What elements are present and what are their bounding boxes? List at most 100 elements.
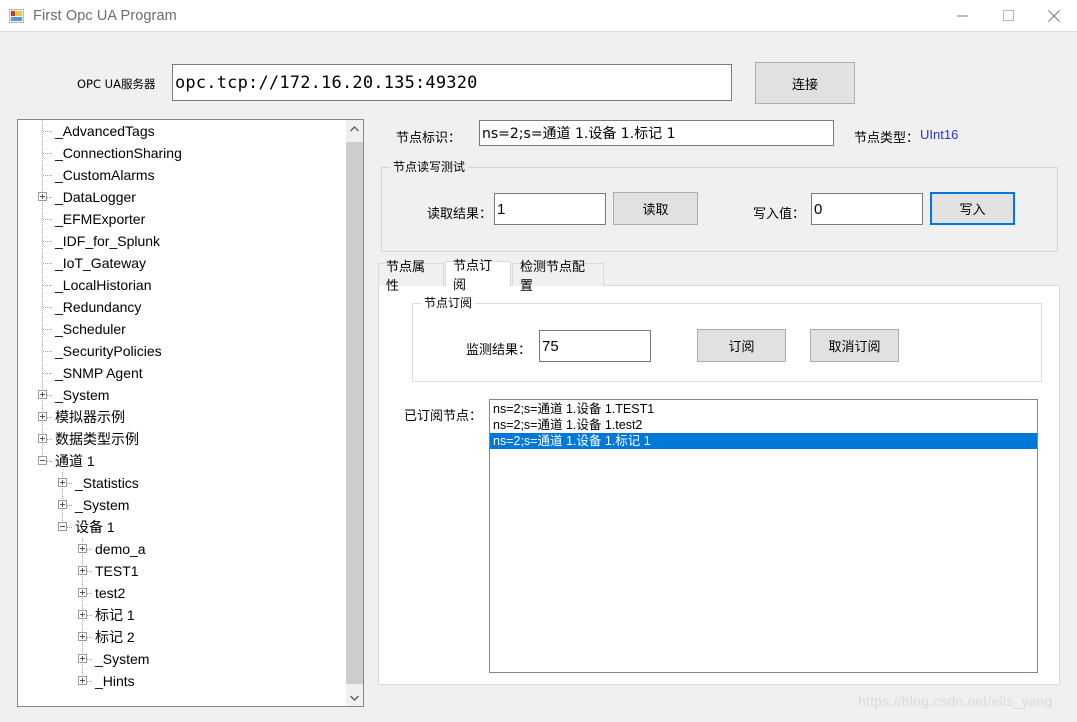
tree-item[interactable]: 标记 1: [18, 604, 346, 626]
expand-icon[interactable]: [78, 632, 87, 641]
tree-item[interactable]: demo_a: [18, 538, 346, 560]
tree-item-label: _System: [55, 387, 110, 403]
tab-3[interactable]: 检测节点配置: [512, 260, 604, 294]
tree-item[interactable]: _EFMExporter: [18, 208, 346, 230]
node-tree[interactable]: _AdvancedTags _ConnectionSharing _CustomAl…: [18, 120, 346, 706]
expand-icon[interactable]: [38, 434, 47, 443]
write-value-input[interactable]: 0: [811, 193, 923, 225]
tree-item-label: _EFMExporter: [55, 211, 146, 227]
expand-icon[interactable]: [78, 654, 87, 663]
tree-item-label: 标记 2: [95, 629, 135, 645]
expand-icon[interactable]: [78, 544, 87, 553]
node-id-input[interactable]: ns=2;s=通道 1.设备 1.标记 1: [479, 120, 834, 146]
tree-guide-line: [43, 131, 52, 132]
tree-item[interactable]: _DataLogger: [18, 186, 346, 208]
tree-item[interactable]: 标记 2: [18, 626, 346, 648]
tree-item-label: _Scheduler: [55, 321, 126, 337]
tab-label: 节点属性: [386, 260, 426, 294]
tree-item-label: _Redundancy: [55, 299, 142, 315]
tree-item[interactable]: _IDF_for_Splunk: [18, 230, 346, 252]
subscribe-button[interactable]: 订阅: [697, 329, 786, 362]
write-button[interactable]: 写入: [930, 192, 1015, 225]
tree-item[interactable]: 通道 1: [18, 450, 346, 472]
tree-item-label: _CustomAlarms: [55, 167, 155, 183]
write-value-value: 0: [814, 200, 823, 218]
tab-2[interactable]: 节点订阅: [445, 259, 511, 293]
tree-item[interactable]: _System: [18, 648, 346, 670]
maximize-button[interactable]: [985, 0, 1031, 31]
read-write-test-title: 节点读写测试: [390, 160, 469, 174]
tab-strip[interactable]: 节点属性 节点订阅 检测节点配置: [378, 259, 1060, 294]
expand-icon[interactable]: [78, 588, 87, 597]
window-title: First Opc UA Program: [33, 7, 177, 24]
tree-scroll-down-button[interactable]: [346, 689, 363, 706]
expand-icon[interactable]: [58, 478, 67, 487]
tree-item[interactable]: _IoT_Gateway: [18, 252, 346, 274]
node-subscription-title: 节点订阅: [421, 296, 476, 310]
collapse-icon[interactable]: [38, 456, 47, 465]
tree-item[interactable]: _AdvancedTags: [18, 120, 346, 142]
tree-item[interactable]: _System: [18, 494, 346, 516]
tree-item-label: 设备 1: [75, 519, 115, 535]
close-button[interactable]: [1031, 0, 1077, 31]
tree-item-label: _ConnectionSharing: [55, 145, 182, 161]
tree-item-label: demo_a: [95, 541, 146, 557]
tree-item[interactable]: _Statistics: [18, 472, 346, 494]
tree-item[interactable]: _Scheduler: [18, 318, 346, 340]
tree-item-label: _System: [75, 497, 130, 513]
expand-icon[interactable]: [78, 610, 87, 619]
tree-item-label: 标记 1: [95, 607, 135, 623]
tree-item[interactable]: TEST1: [18, 560, 346, 582]
expand-icon[interactable]: [58, 500, 67, 509]
tree-scroll-up-button[interactable]: [346, 120, 363, 137]
tree-scrollbar[interactable]: [345, 120, 363, 706]
tree-item[interactable]: _SecurityPolicies: [18, 340, 346, 362]
server-url-input[interactable]: opc.tcp://172.16.20.135:49320: [172, 64, 732, 101]
expand-icon[interactable]: [78, 676, 87, 685]
windows-form-icon: [9, 8, 25, 24]
tree-item[interactable]: _Redundancy: [18, 296, 346, 318]
collapse-icon[interactable]: [58, 522, 67, 531]
expand-icon[interactable]: [38, 412, 47, 421]
tree-item-label: _Hints: [95, 673, 135, 689]
tree-item[interactable]: _Hints: [18, 670, 346, 692]
tab-label: 节点订阅: [453, 259, 493, 293]
tree-item[interactable]: _LocalHistorian: [18, 274, 346, 296]
tree-guide-line: [43, 219, 52, 220]
tree-item-label: _SecurityPolicies: [55, 343, 162, 359]
subscribed-nodes-list[interactable]: ns=2;s=通道 1.设备 1.TEST1 ns=2;s=通道 1.设备 1.t…: [489, 399, 1038, 673]
tree-item[interactable]: _CustomAlarms: [18, 164, 346, 186]
tree-item-label: _SNMP Agent: [55, 365, 143, 381]
write-value-label: 写入值：: [753, 207, 806, 222]
tab-label: 检测节点配置: [520, 260, 586, 294]
server-url-value: opc.tcp://172.16.20.135:49320: [175, 72, 478, 93]
monitor-result-input[interactable]: 75: [539, 330, 651, 362]
minimize-button[interactable]: [939, 0, 985, 31]
list-item[interactable]: ns=2;s=通道 1.设备 1.标记 1: [490, 433, 1037, 449]
node-tree-panel[interactable]: _AdvancedTags _ConnectionSharing _CustomAl…: [17, 119, 364, 707]
expand-icon[interactable]: [78, 566, 87, 575]
expand-icon[interactable]: [38, 390, 47, 399]
read-button[interactable]: 读取: [613, 192, 698, 225]
unsubscribe-button[interactable]: 取消订阅: [810, 329, 899, 362]
tree-item[interactable]: 模拟器示例: [18, 406, 346, 428]
tree-item[interactable]: _ConnectionSharing: [18, 142, 346, 164]
tree-scrollbar-thumb[interactable]: [346, 142, 363, 684]
connect-button[interactable]: 连接: [755, 62, 855, 104]
tab-1[interactable]: 节点属性: [378, 260, 444, 294]
tree-guide-line: [43, 285, 52, 286]
tree-item[interactable]: 数据类型示例: [18, 428, 346, 450]
tree-item-label: 数据类型示例: [55, 431, 139, 447]
tree-item-label: test2: [95, 585, 126, 601]
expand-icon[interactable]: [38, 192, 47, 201]
tree-item[interactable]: 设备 1: [18, 516, 346, 538]
read-result-label: 读取结果：: [427, 207, 493, 222]
tree-item-label: _Statistics: [75, 475, 139, 491]
tree-item-label: 模拟器示例: [55, 409, 125, 425]
list-item[interactable]: ns=2;s=通道 1.设备 1.TEST1: [490, 401, 1037, 417]
list-item[interactable]: ns=2;s=通道 1.设备 1.test2: [490, 417, 1037, 433]
tree-item[interactable]: _System: [18, 384, 346, 406]
tree-item[interactable]: _SNMP Agent: [18, 362, 346, 384]
tree-item[interactable]: test2: [18, 582, 346, 604]
read-result-input[interactable]: 1: [494, 193, 606, 225]
